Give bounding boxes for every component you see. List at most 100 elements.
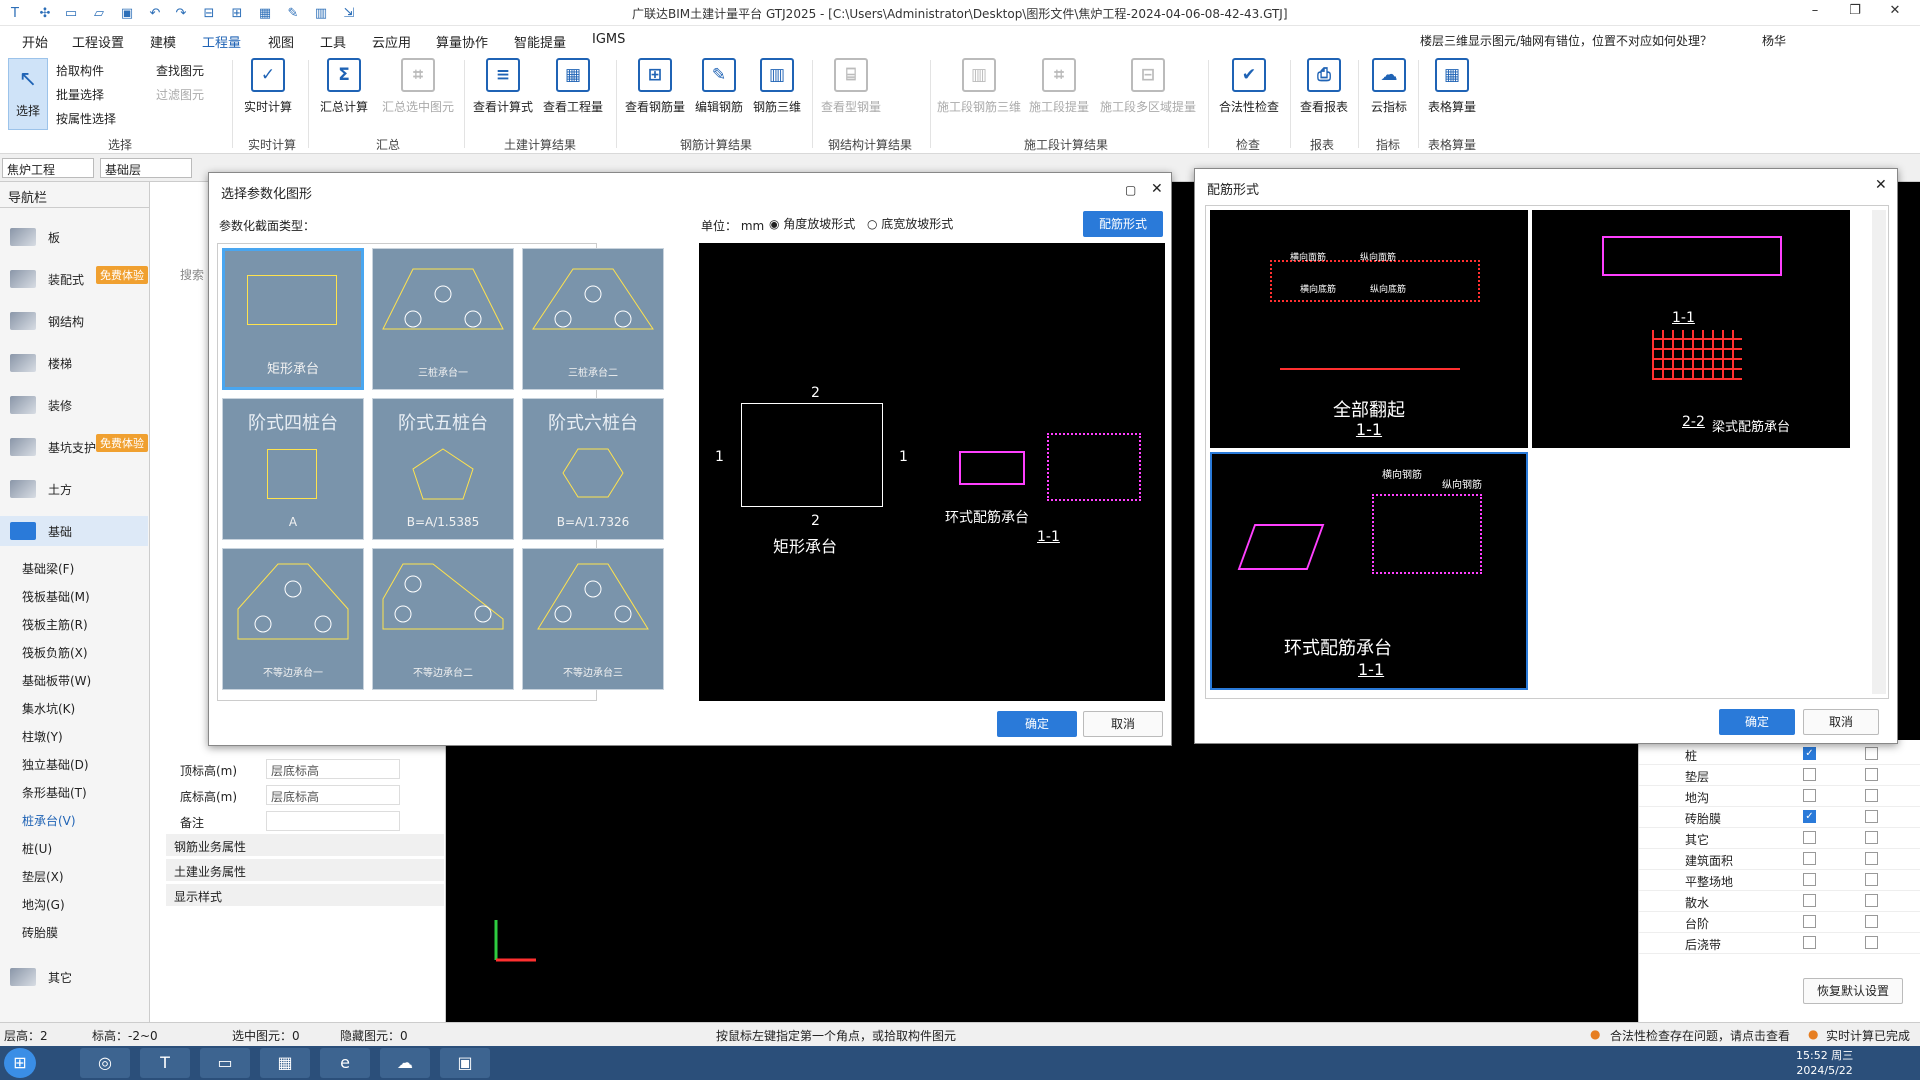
- layer-checkbox[interactable]: [1803, 936, 1816, 949]
- folder-icon[interactable]: ▭: [200, 1048, 250, 1078]
- nav-sub[interactable]: 独立基础(D): [22, 756, 89, 773]
- menu-view[interactable]: 视图: [268, 32, 294, 51]
- nav-sub[interactable]: 筏板基础(M): [22, 588, 90, 605]
- layer-checkbox-2[interactable]: [1865, 915, 1878, 928]
- tile-step6[interactable]: 阶式六桩台 B=A/1.7326: [522, 398, 664, 540]
- nav-earth[interactable]: 土方: [10, 474, 72, 504]
- nav-sub-pile-cap[interactable]: 桩承台(V): [22, 812, 76, 829]
- select-button[interactable]: ↖ 选择: [8, 58, 48, 130]
- tile-unequal-3[interactable]: 不等边承台三: [522, 548, 664, 690]
- summary-calc-button[interactable]: Σ 汇总计算: [316, 58, 372, 115]
- batch-select-button[interactable]: 批量选择: [56, 86, 104, 103]
- nav-sub[interactable]: 筏板主筋(R): [22, 616, 88, 633]
- nav-sub[interactable]: 地沟(G): [22, 896, 65, 913]
- status-check[interactable]: 合法性检查存在问题，请点击查看: [1610, 1027, 1790, 1044]
- tile-unequal-1[interactable]: 不等边承台一: [222, 548, 364, 690]
- rebar-3d-button[interactable]: ▥ 钢筋三维: [750, 58, 804, 115]
- stage-rebar-3d-button[interactable]: ▥ 施工段钢筋三维: [936, 58, 1022, 115]
- rebar-option-ring[interactable]: 横向钢筋 纵向钢筋 环式配筋承台 1-1: [1210, 452, 1528, 690]
- help-search[interactable]: 楼层三维显示图元/轴网有错位，位置不对应如何处理？: [1420, 32, 1712, 49]
- find-button[interactable]: 查找图元: [156, 62, 204, 79]
- ruler-icon[interactable]: ▥: [312, 4, 330, 22]
- taskbar-app-4[interactable]: ▣: [440, 1048, 490, 1078]
- group-display[interactable]: 显示样式: [166, 884, 444, 906]
- stage-multi-button[interactable]: ⊟ 施工段多区域提量: [1098, 58, 1198, 115]
- layer-checkbox-2[interactable]: [1865, 768, 1878, 781]
- layer-checkbox-2[interactable]: [1865, 831, 1878, 844]
- reset-default-button[interactable]: 恢复默认设置: [1803, 978, 1903, 1004]
- rebar-option-beam[interactable]: 1-1 2-2 梁式配筋承台: [1532, 210, 1850, 448]
- cancel-button[interactable]: 取消: [1803, 709, 1879, 735]
- nav-pit[interactable]: 基坑支护: [10, 432, 96, 462]
- rebar-form-button[interactable]: 配筋形式: [1083, 211, 1163, 237]
- start-icon[interactable]: ⊞: [4, 1048, 36, 1078]
- tile-unequal-2[interactable]: 不等边承台二: [372, 548, 514, 690]
- close-icon[interactable]: ✕: [1880, 3, 1910, 23]
- nav-slab[interactable]: 板: [10, 222, 60, 252]
- export-icon[interactable]: ⇲: [340, 4, 358, 22]
- menu-modeling[interactable]: 建模: [150, 32, 176, 51]
- bottom-elev-field[interactable]: 层底标高: [266, 785, 400, 805]
- nav-sub[interactable]: 集水坑(K): [22, 700, 75, 717]
- stage-quantity-button[interactable]: ⌗ 施工段提量: [1026, 58, 1092, 115]
- remark-field[interactable]: [266, 811, 400, 831]
- edit-rebar-button[interactable]: ✎ 编辑钢筋: [692, 58, 746, 115]
- layer-checkbox[interactable]: [1803, 789, 1816, 802]
- layer-checkbox-2[interactable]: [1865, 747, 1878, 760]
- rebar-option-fold[interactable]: 横向面筋 纵向面筋 横向底筋 纵向底筋 全部翻起 1-1: [1210, 210, 1528, 448]
- layer-checkbox-2[interactable]: [1865, 936, 1878, 949]
- nav-other[interactable]: 其它: [10, 962, 72, 992]
- nav-sub[interactable]: 垫层(X): [22, 868, 64, 885]
- view-steel-button[interactable]: ⌸ 查看型钢量: [818, 58, 884, 115]
- radio-angle[interactable]: ◉ 角度放坡形式: [769, 215, 855, 232]
- layer-checkbox[interactable]: [1803, 852, 1816, 865]
- project-select[interactable]: 焦炉工程: [2, 158, 94, 178]
- menu-smart[interactable]: 智能提量: [514, 32, 566, 51]
- layer-checkbox-2[interactable]: [1865, 852, 1878, 865]
- view-quantity-button[interactable]: ▦ 查看工程量: [540, 58, 606, 115]
- maximize-icon[interactable]: ▢: [1125, 183, 1136, 197]
- taskbar-app-2[interactable]: T: [140, 1048, 190, 1078]
- open-icon[interactable]: ✣: [36, 4, 54, 22]
- layer-checkbox[interactable]: [1803, 915, 1816, 928]
- nav-foundation[interactable]: 基础: [0, 516, 148, 546]
- menu-collab[interactable]: 算量协作: [436, 32, 488, 51]
- view-report-button[interactable]: ⎙ 查看报表: [1296, 58, 1352, 115]
- layer-checkbox[interactable]: [1803, 831, 1816, 844]
- filter-button[interactable]: 过滤图元: [156, 86, 204, 103]
- undo-icon[interactable]: ↶: [146, 4, 164, 22]
- pick-button[interactable]: 拾取构件: [56, 62, 104, 79]
- radio-width[interactable]: ○ 底宽放坡形式: [867, 215, 953, 232]
- folder-icon[interactable]: ▱: [90, 4, 108, 22]
- layer-checkbox[interactable]: [1803, 894, 1816, 907]
- nav-sub[interactable]: 桩(U): [22, 840, 52, 857]
- nav-sub[interactable]: 柱墩(Y): [22, 728, 63, 745]
- layer-checkbox-2[interactable]: [1865, 894, 1878, 907]
- close-icon[interactable]: ✕: [1875, 177, 1887, 193]
- menu-start[interactable]: 开始: [22, 32, 48, 51]
- restore-icon[interactable]: ❐: [1840, 3, 1870, 23]
- floor-select[interactable]: 基础层: [100, 158, 192, 178]
- nav-sub[interactable]: 基础板带(W): [22, 672, 91, 689]
- redo-icon[interactable]: ↷: [172, 4, 190, 22]
- browser-icon[interactable]: e: [320, 1048, 370, 1078]
- table-icon[interactable]: ⊞: [228, 4, 246, 22]
- taskbar-app-3[interactable]: ▦: [260, 1048, 310, 1078]
- menu-cloud[interactable]: 云应用: [372, 32, 411, 51]
- realtime-calc-button[interactable]: ✓ 实时计算: [240, 58, 296, 115]
- tile-step4[interactable]: 阶式四桩台 A: [222, 398, 364, 540]
- layer-checkbox[interactable]: [1803, 768, 1816, 781]
- menu-project-settings[interactable]: 工程设置: [72, 32, 124, 51]
- nav-sub[interactable]: 砖胎膜: [22, 924, 58, 941]
- menu-igms[interactable]: IGMS: [592, 32, 625, 47]
- nav-sub[interactable]: 基础梁(F): [22, 560, 74, 577]
- attr-select-button[interactable]: 按属性选择: [56, 110, 116, 127]
- legality-check-button[interactable]: ✔ 合法性检查: [1216, 58, 1282, 115]
- ok-button[interactable]: 确定: [1719, 709, 1795, 735]
- save-icon[interactable]: ▣: [118, 4, 136, 22]
- layer-checkbox-2[interactable]: [1865, 873, 1878, 886]
- nav-sub[interactable]: 条形基础(T): [22, 784, 87, 801]
- layer-checkbox-2[interactable]: [1865, 810, 1878, 823]
- tool-icon[interactable]: ⊟: [200, 4, 218, 22]
- nav-decor[interactable]: 装修: [10, 390, 72, 420]
